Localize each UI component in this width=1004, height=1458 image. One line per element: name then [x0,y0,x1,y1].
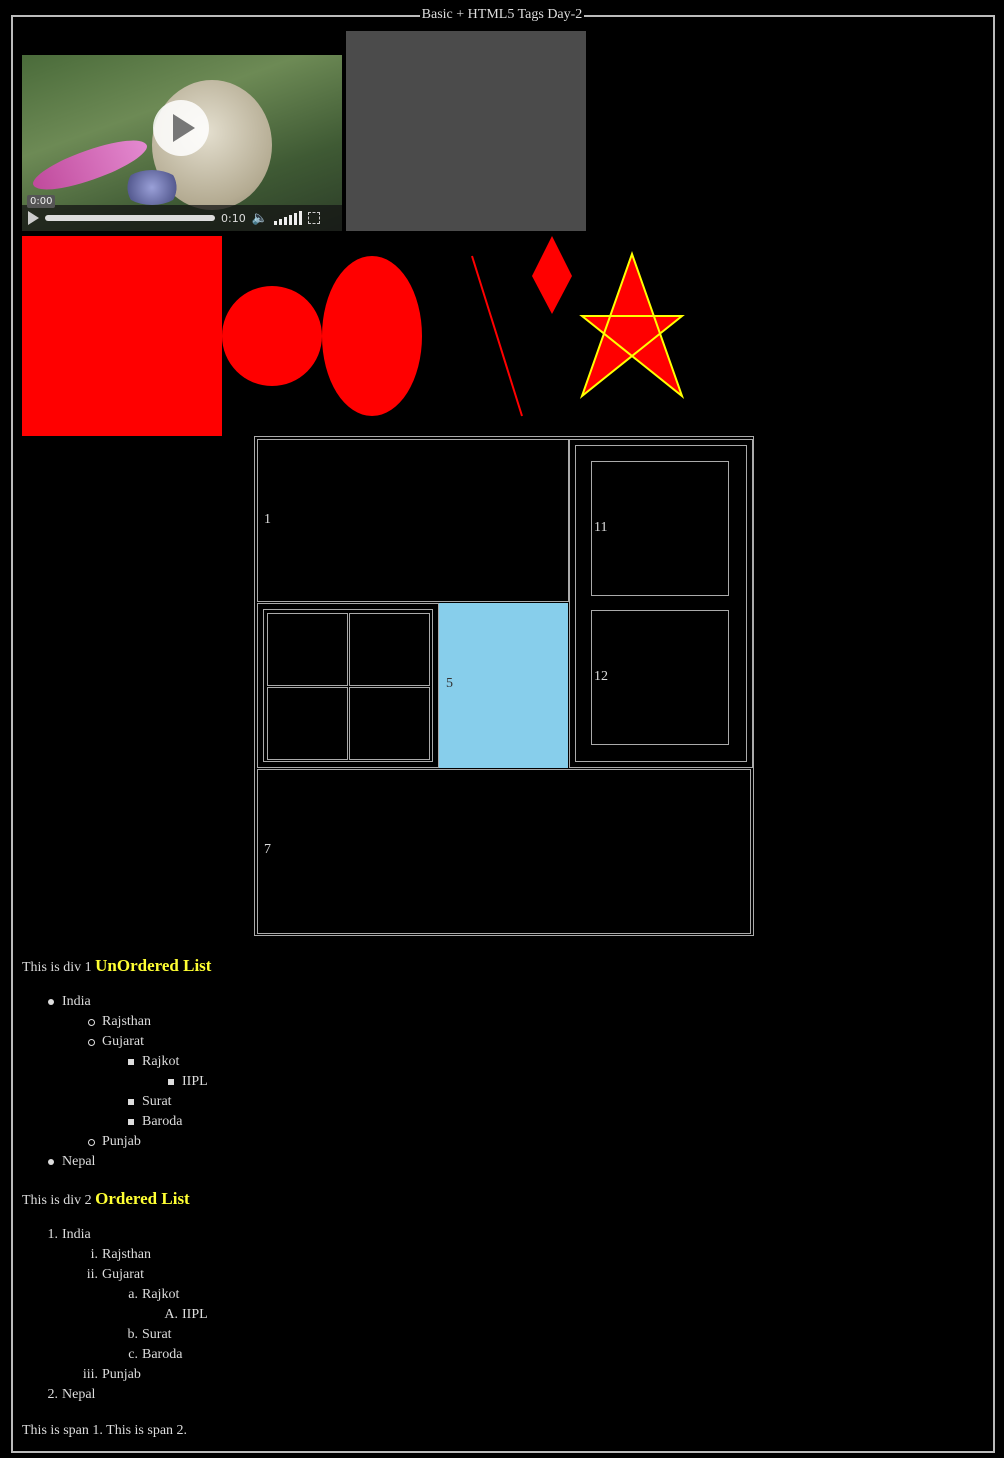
list-item: India [62,1227,91,1242]
list-item: Punjab [102,1367,141,1382]
subgrid-cell [267,687,348,760]
play-button[interactable] [28,211,39,225]
list-marker: ii. [86,1267,98,1282]
svg-shapes [22,236,685,436]
list-item: Rajsthan [102,1014,151,1029]
list-item: Punjab [102,1134,141,1149]
red-square [22,236,222,436]
layout-table: 1 11 12 5 7 [254,436,754,936]
div1-heading-line: This is div 1 UnOrdered List [22,956,212,975]
table-cell-5: 5 [439,603,568,768]
red-line [471,255,523,417]
red-diamond [532,236,572,314]
list-item: Surat [142,1327,172,1342]
grey-canvas [346,31,586,231]
list-marker: c. [128,1347,138,1362]
ordered-list-heading: Ordered List [95,1189,190,1208]
bullet-square [128,1119,134,1125]
list-item: Rajsthan [102,1247,151,1262]
fieldset-legend: Basic + HTML5 Tags Day-2 [419,7,585,22]
subgrid-cell [349,613,430,686]
subgrid-table [263,609,433,762]
bullet-circle [88,1039,95,1046]
list-item: Nepal [62,1387,96,1402]
bullet-disc [48,1159,54,1165]
table-cell-right: 11 12 [569,439,753,768]
red-ellipse [322,256,422,416]
bullet-square [128,1099,134,1105]
bullet-circle [88,1019,95,1026]
volume-slider[interactable] [273,211,302,225]
bullet-disc [48,999,54,1005]
video-frame-flower [122,170,182,205]
list-marker: A. [164,1307,178,1322]
current-time-tooltip: 0:00 [27,195,56,208]
list-item: Baroda [142,1347,183,1362]
table-cell-11: 11 [591,461,729,596]
list-marker: a. [128,1287,138,1302]
fullscreen-button[interactable] [307,212,320,224]
list-item: Rajkot [142,1054,180,1069]
list-item: Rajkot [142,1287,180,1302]
list-marker: i. [90,1247,98,1262]
video-controls: 0:00 0:10 🔈 [22,195,342,231]
table-cell-12: 12 [591,610,729,745]
list-item: Nepal [62,1154,96,1169]
bullet-circle [88,1139,95,1146]
list-marker: b. [127,1327,139,1342]
red-circle [222,286,322,386]
bullet-square [128,1059,134,1065]
list-item: India [62,994,91,1009]
subgrid-cell [267,613,348,686]
list-item: Baroda [142,1114,183,1129]
table-cell-subgrid [257,603,439,768]
video-duration: 0:10 [221,211,246,225]
list-marker: 1. [47,1227,59,1242]
list-item: IIPL [182,1307,208,1322]
bullet-square [168,1079,174,1085]
list-item: IIPL [182,1074,208,1089]
video-player[interactable]: 0:00 0:10 🔈 [22,55,342,231]
red-star [579,250,685,399]
list-item: Gujarat [102,1267,144,1282]
play-icon [173,114,195,142]
mute-button[interactable]: 🔈 [252,211,268,226]
video-seek-bar[interactable]: 0:00 [27,195,215,221]
list-marker: iii. [82,1367,98,1382]
list-item: Gujarat [102,1034,144,1049]
inner-table: 11 12 [575,445,747,762]
list-marker: 2. [47,1387,59,1402]
table-cell-1: 1 [257,439,569,602]
list-item: Surat [142,1094,172,1109]
span-line: This is span 1. This is span 2. [22,1423,187,1439]
span-2: This is span 2. [106,1423,188,1438]
table-cell-7: 7 [257,769,751,934]
unordered-list-heading: UnOrdered List [95,956,212,975]
play-overlay-button[interactable] [153,100,209,156]
span-1: This is span 1. [22,1423,103,1438]
div2-heading-line: This is div 2 Ordered List [22,1189,190,1208]
subgrid-cell [349,687,430,760]
